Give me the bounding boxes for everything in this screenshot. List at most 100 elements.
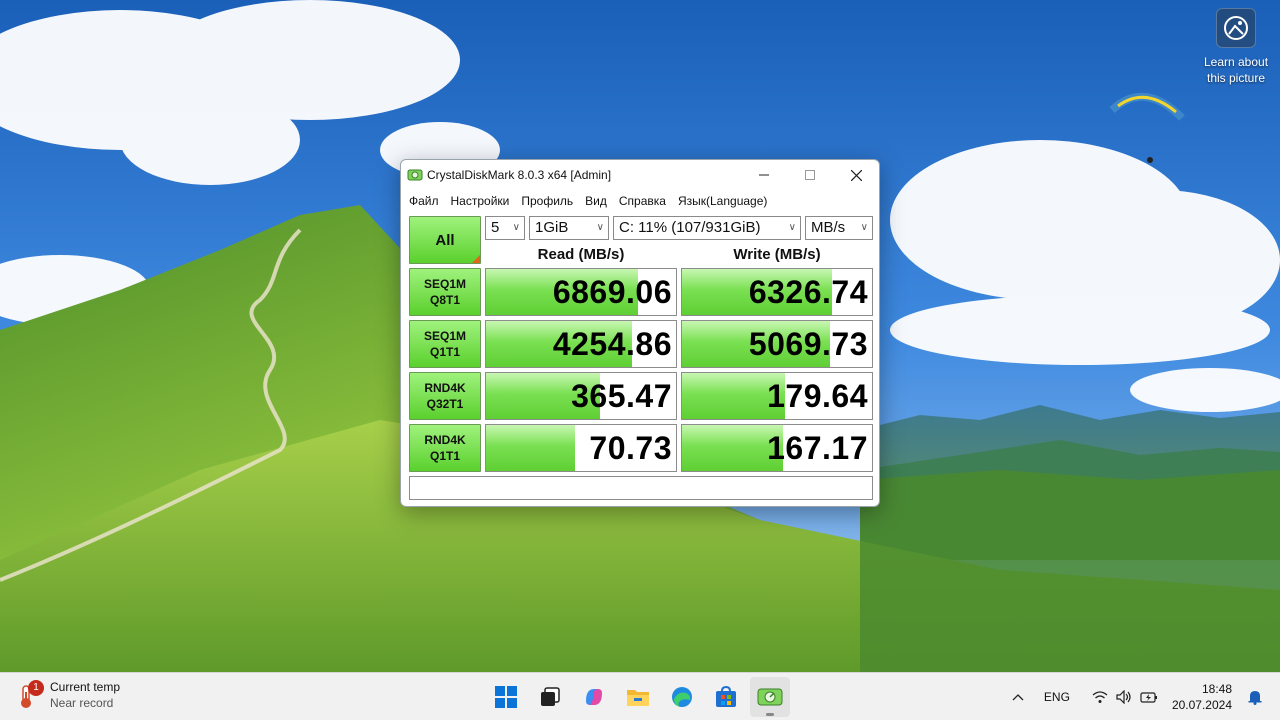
chevron-down-icon: ∨: [512, 222, 520, 233]
edge-icon: [672, 687, 692, 707]
test-name: SEQ1M: [423, 277, 466, 291]
task-view-button[interactable]: [530, 677, 570, 717]
store-button[interactable]: [706, 677, 746, 717]
maximize-icon: [805, 170, 815, 180]
copilot-icon: [586, 689, 602, 705]
minimize-icon: [759, 174, 769, 176]
menu-view[interactable]: Вид: [579, 190, 613, 212]
chevron-up-icon: [1012, 694, 1024, 701]
write-result-cell: 6326.74: [681, 268, 873, 316]
test-params: Q1T1: [429, 449, 460, 463]
run-seq1m-q8t1-button[interactable]: SEQ1M Q8T1: [409, 268, 481, 316]
windows-start-icon: [495, 686, 517, 708]
title-bar[interactable]: CrystalDiskMark 8.0.3 x64 [Admin]: [401, 160, 879, 190]
test-params: Q8T1: [429, 293, 460, 307]
run-rnd4k-q32t1-button[interactable]: RND4K Q32T1: [409, 372, 481, 420]
menu-language[interactable]: Язык(Language): [672, 190, 773, 212]
write-result-cell: 179.64: [681, 372, 873, 420]
corner-triangle-icon: [472, 255, 480, 263]
wifi-icon: [1092, 691, 1108, 703]
write-column-header: Write (MB/s): [733, 246, 821, 263]
write-result-value: 167.17: [767, 430, 868, 466]
read-result-cell: 6869.06: [485, 268, 677, 316]
test-size-value: 1GiB: [535, 219, 569, 236]
close-icon: [850, 169, 862, 181]
store-icon: [716, 685, 736, 707]
camera-aperture-icon: [1216, 8, 1256, 48]
write-result-value: 5069.73: [748, 326, 868, 362]
test-name: SEQ1M: [423, 329, 466, 343]
weather-alert-badge: 1: [28, 680, 44, 696]
weather-subtitle: Near record: [50, 696, 114, 710]
unit-value: MB/s: [811, 219, 846, 236]
menu-help[interactable]: Справка: [613, 190, 672, 212]
test-count-select[interactable]: 5 ∨: [485, 216, 525, 240]
test-count-value: 5: [491, 219, 500, 236]
test-name: RND4K: [424, 381, 466, 395]
read-result-value: 6869.06: [552, 274, 672, 310]
write-result-value: 179.64: [767, 378, 868, 414]
edge-button[interactable]: [662, 677, 702, 717]
crystaldiskmark-taskbar-button[interactable]: [750, 677, 790, 717]
file-explorer-button[interactable]: [618, 677, 658, 717]
test-params: Q1T1: [429, 345, 460, 359]
clock-button[interactable]: 18:48 20.07.2024: [1172, 681, 1232, 713]
crystaldiskmark-icon: [757, 688, 783, 706]
task-view-icon: [541, 687, 560, 706]
language-indicator[interactable]: ENG: [1044, 690, 1070, 704]
read-result-cell: 70.73: [485, 424, 677, 472]
write-result-value: 6326.74: [748, 274, 868, 310]
read-result-bar: [486, 425, 576, 471]
show-hidden-icons-button[interactable]: [1012, 693, 1024, 701]
chevron-down-icon: ∨: [596, 222, 604, 233]
comment-field[interactable]: [409, 476, 873, 500]
read-result-value: 365.47: [571, 378, 672, 414]
bell-icon: [1248, 691, 1262, 705]
read-result-value: 4254.86: [552, 326, 672, 362]
run-rnd4k-q1t1-button[interactable]: RND4K Q1T1: [409, 424, 481, 472]
chevron-down-icon: ∨: [860, 222, 868, 233]
crystaldiskmark-window: CrystalDiskMark 8.0.3 x64 [Admin] Файл Н…: [400, 159, 880, 507]
read-result-value: 70.73: [589, 430, 672, 466]
window-title: CrystalDiskMark 8.0.3 x64 [Admin]: [427, 168, 612, 182]
test-size-select[interactable]: 1GiB ∨: [529, 216, 609, 240]
read-column-header: Read (MB/s): [537, 246, 625, 263]
maximize-button[interactable]: [787, 160, 833, 190]
crystaldiskmark-icon: [407, 169, 423, 181]
minimize-button[interactable]: [741, 160, 787, 190]
weather-title: Current temp: [50, 680, 121, 694]
clock-date: 20.07.2024: [1171, 698, 1232, 712]
close-button[interactable]: [833, 160, 879, 190]
copilot-button[interactable]: [574, 677, 614, 717]
chevron-down-icon: ∨: [788, 222, 796, 233]
menu-file[interactable]: Файл: [403, 190, 445, 212]
drive-select[interactable]: C: 11% (107/931GiB) ∨: [613, 216, 801, 240]
clock-time: 18:48: [1201, 682, 1232, 696]
learn-about-picture-button[interactable]: Learn about this picture: [1200, 8, 1272, 86]
menu-settings[interactable]: Настройки: [445, 190, 516, 212]
unit-select[interactable]: MB/s ∨: [805, 216, 873, 240]
read-result-cell: 365.47: [485, 372, 677, 420]
run-all-button[interactable]: All: [409, 216, 481, 264]
test-params: Q32T1: [426, 397, 464, 411]
read-result-cell: 4254.86: [485, 320, 677, 368]
system-tray: ENG 18:48 20.07.2024: [1006, 673, 1280, 720]
start-button[interactable]: [486, 677, 526, 717]
run-seq1m-q1t1-button[interactable]: SEQ1M Q1T1: [409, 320, 481, 368]
menu-profile[interactable]: Профиль: [515, 190, 579, 212]
drive-value: C: 11% (107/931GiB): [619, 219, 761, 236]
volume-icon: [1116, 690, 1131, 704]
file-explorer-icon: [627, 690, 649, 706]
battery-charging-icon: [1140, 692, 1157, 703]
notifications-button[interactable]: [1248, 689, 1262, 705]
network-volume-battery-button[interactable]: [1092, 690, 1158, 704]
menu-bar: Файл Настройки Профиль Вид Справка Язык(…: [401, 190, 879, 212]
test-name: RND4K: [424, 433, 466, 447]
weather-widget[interactable]: 1 Current temp Near record: [14, 679, 120, 711]
write-result-cell: 167.17: [681, 424, 873, 472]
taskbar: 1 Current temp Near record ENG 18:48 20.…: [0, 672, 1280, 720]
taskbar-apps: [486, 677, 794, 717]
thermometer-icon: 1: [14, 680, 44, 710]
learn-about-picture-label: Learn about this picture: [1203, 55, 1269, 85]
run-all-label: All: [435, 231, 455, 249]
